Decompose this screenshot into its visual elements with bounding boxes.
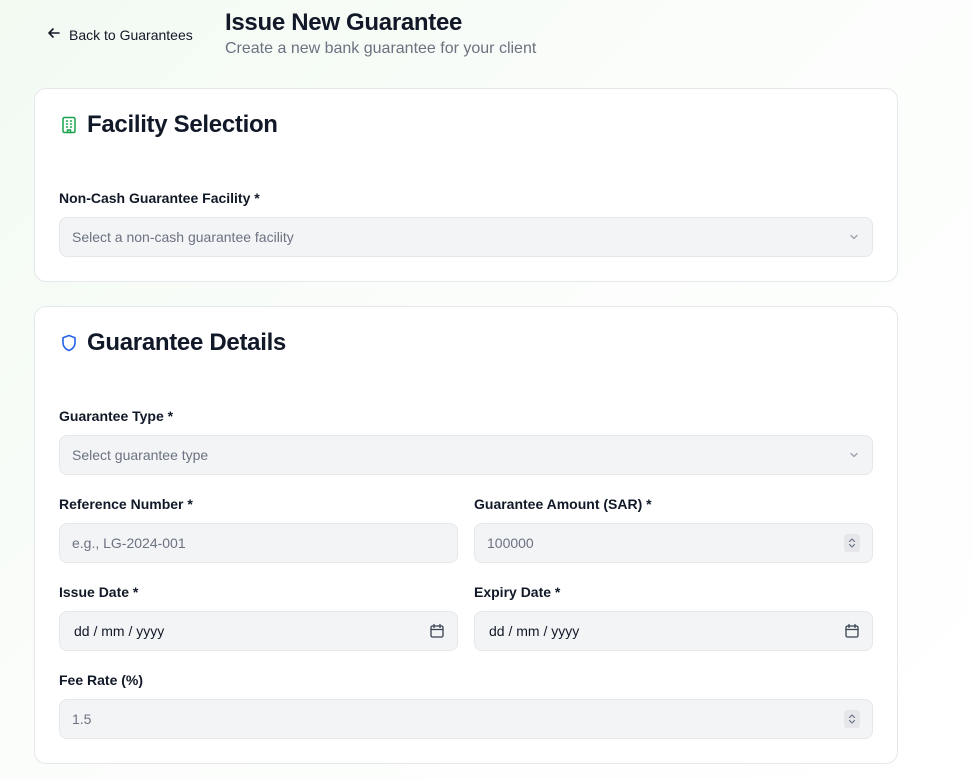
issue-date-placeholder: dd / mm / yyyy bbox=[74, 623, 165, 639]
reference-number-label: Reference Number * bbox=[59, 496, 193, 512]
guarantee-type-select[interactable]: Select guarantee type bbox=[59, 435, 873, 475]
expiry-date-label: Expiry Date * bbox=[474, 584, 561, 600]
guarantee-amount-placeholder: 100000 bbox=[487, 535, 534, 551]
issue-date-label: Issue Date * bbox=[59, 584, 139, 600]
page-subtitle: Create a new bank guarantee for your cli… bbox=[225, 40, 537, 57]
back-link-label: Back to Guarantees bbox=[69, 26, 193, 43]
guarantee-amount-input[interactable]: 100000 bbox=[474, 523, 873, 563]
facility-selection-card: Facility Selection Non-Cash Guarantee Fa… bbox=[34, 88, 898, 282]
guarantee-amount-label: Guarantee Amount (SAR) * bbox=[474, 496, 652, 512]
calendar-icon[interactable] bbox=[429, 623, 445, 639]
guarantee-type-placeholder: Select guarantee type bbox=[72, 447, 209, 463]
page-title: Issue New Guarantee bbox=[225, 9, 463, 36]
section-title: Guarantee Details bbox=[87, 329, 286, 356]
facility-label: Non-Cash Guarantee Facility * bbox=[59, 190, 260, 206]
guarantee-details-card: Guarantee Details Guarantee Type * Selec… bbox=[34, 306, 898, 764]
building-icon bbox=[59, 115, 79, 135]
fee-rate-placeholder: 1.5 bbox=[72, 711, 92, 727]
number-stepper-icon[interactable] bbox=[844, 534, 860, 552]
expiry-date-input[interactable]: dd / mm / yyyy bbox=[474, 611, 873, 651]
shield-icon bbox=[59, 333, 79, 353]
page-header: Back to Guarantees Issue New Guarantee C… bbox=[0, 0, 972, 80]
chevron-down-icon bbox=[848, 231, 860, 243]
issue-date-input[interactable]: dd / mm / yyyy bbox=[59, 611, 458, 651]
guarantee-type-label: Guarantee Type * bbox=[59, 408, 174, 424]
expiry-date-placeholder: dd / mm / yyyy bbox=[489, 623, 580, 639]
back-to-guarantees-link[interactable]: Back to Guarantees bbox=[47, 26, 193, 43]
calendar-icon[interactable] bbox=[844, 623, 860, 639]
reference-number-input[interactable]: e.g., LG-2024-001 bbox=[59, 523, 458, 563]
facility-select[interactable]: Select a non-cash guarantee facility bbox=[59, 217, 873, 257]
fee-rate-input[interactable]: 1.5 bbox=[59, 699, 873, 739]
facility-section-header: Facility Selection bbox=[59, 111, 278, 139]
chevron-down-icon bbox=[848, 449, 860, 461]
arrow-left-icon bbox=[47, 26, 61, 43]
title-block: Issue New Guarantee Create a new bank gu… bbox=[225, 8, 536, 58]
section-title: Facility Selection bbox=[87, 111, 278, 138]
details-section-header: Guarantee Details bbox=[59, 329, 286, 357]
facility-placeholder: Select a non-cash guarantee facility bbox=[72, 229, 294, 245]
fee-rate-label: Fee Rate (%) bbox=[59, 672, 144, 688]
number-stepper-icon[interactable] bbox=[844, 710, 860, 728]
reference-number-placeholder: e.g., LG-2024-001 bbox=[72, 535, 186, 551]
